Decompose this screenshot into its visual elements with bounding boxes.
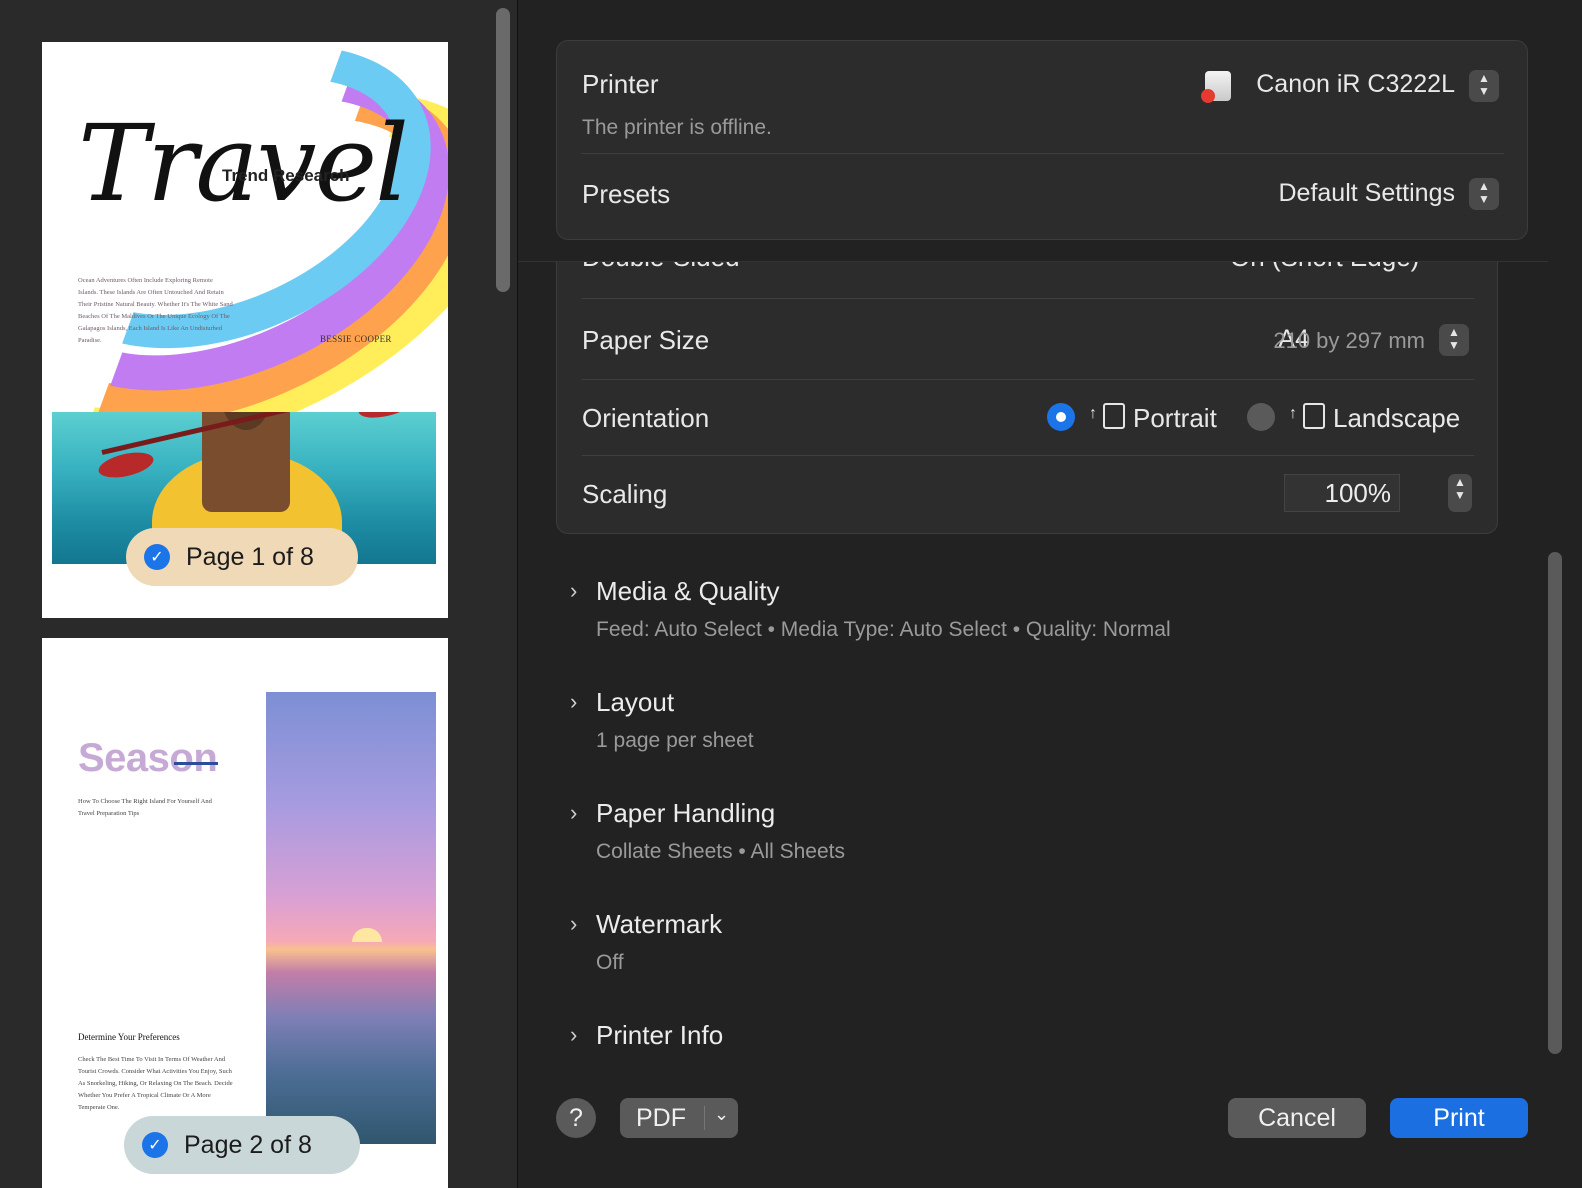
chevron-right-icon[interactable]: ›	[570, 1022, 577, 1048]
scaling-stepper-icon[interactable]: ▲ ▼	[1448, 474, 1472, 512]
section-title[interactable]: Printer Info	[596, 1020, 723, 1051]
section-summary: 1 page per sheet	[596, 729, 754, 752]
chevron-right-icon[interactable]: ›	[570, 911, 577, 937]
checkmark-icon[interactable]: ✓	[144, 544, 170, 570]
settings-scrollbar[interactable]	[1548, 552, 1562, 1054]
divider	[582, 455, 1474, 456]
landscape-radio[interactable]	[1247, 403, 1275, 431]
offline-status-dot	[1201, 89, 1215, 103]
season-strike-line	[174, 762, 218, 765]
pdf-separator	[704, 1106, 705, 1130]
checkmark-icon[interactable]: ✓	[142, 1132, 168, 1158]
sun	[352, 928, 382, 942]
settings-pane: Printer Canon iR C3222L ▲ ▼ The printer i…	[518, 0, 1582, 1188]
trend-research-subtitle: Trend Research	[222, 166, 350, 185]
preview-pane[interactable]: Travel Trend Research Ocean Adventures O…	[0, 0, 518, 1188]
page-1-label: Page 1 of 8	[186, 542, 314, 571]
page2-subtitle: How To Choose The Right Island For Yours…	[78, 798, 212, 817]
chevron-right-icon[interactable]: ›	[570, 689, 577, 715]
portrait-label[interactable]: Portrait	[1133, 403, 1217, 434]
divider	[582, 379, 1474, 380]
presets-value[interactable]: Default Settings	[1279, 179, 1456, 208]
author-name: BESSIE COOPER	[320, 334, 392, 344]
pdf-label: PDF	[636, 1103, 686, 1132]
settings-header: Printer Canon iR C3222L ▲ ▼ The printer i…	[518, 0, 1548, 262]
printer-chevron-updown-icon[interactable]: ▲ ▼	[1469, 70, 1499, 102]
section-summary: Feed: Auto Select • Media Type: Auto Sel…	[596, 618, 1171, 641]
chevron-right-icon[interactable]: ›	[570, 800, 577, 826]
pdf-menu-button[interactable]: PDF ⌄	[620, 1098, 738, 1138]
divider	[582, 153, 1504, 154]
printer-name[interactable]: Canon iR C3222L	[1256, 70, 1455, 99]
chevron-down-icon[interactable]: ⌄	[714, 1104, 729, 1125]
scaling-label: Scaling	[582, 479, 668, 509]
presets-label: Presets	[582, 179, 671, 209]
paddle-blade-right	[356, 412, 416, 423]
print-button[interactable]: Print	[1390, 1098, 1528, 1138]
portrait-arrow-icon: ↑	[1089, 405, 1097, 422]
page-1-selected-badge[interactable]: ✓ Page 1 of 8	[126, 528, 358, 586]
travel-title: Travel	[78, 102, 409, 225]
cancel-button[interactable]: Cancel	[1228, 1098, 1366, 1138]
paper-size-chevron-updown-icon[interactable]: ▲ ▼	[1439, 324, 1469, 356]
section-title[interactable]: Layout	[596, 687, 674, 718]
divider	[582, 298, 1474, 299]
season-title: Season	[78, 736, 218, 780]
section-title[interactable]: Paper Handling	[596, 798, 775, 829]
landscape-arrow-icon: ↑	[1289, 405, 1297, 422]
scaling-input[interactable]: 100%	[1284, 474, 1400, 512]
printer-presets-card: Printer Canon iR C3222L ▲ ▼ The printer i…	[556, 40, 1528, 240]
page-2-label: Page 2 of 8	[184, 1130, 312, 1159]
printer-status: The printer is offline.	[582, 116, 772, 139]
portrait-radio[interactable]	[1047, 403, 1075, 431]
landscape-label[interactable]: Landscape	[1333, 403, 1460, 434]
printer-label: Printer	[582, 69, 659, 99]
page2-heading: Determine Your Preferences	[78, 1032, 180, 1042]
portrait-icon	[1103, 403, 1125, 429]
section-summary: Off	[596, 951, 624, 974]
paper-size-detail: 210 by 297 mm	[1273, 328, 1425, 353]
landscape-icon	[1303, 403, 1325, 429]
preview-scrollbar[interactable]	[496, 8, 510, 292]
page1-intro-text: Ocean Adventures Often Include Exploring…	[78, 277, 233, 344]
page2-body-text: Check The Best Time To Visit In Terms Of…	[78, 1056, 233, 1111]
paper-size-label: Paper Size	[582, 325, 710, 355]
page-preview-2[interactable]: Season How To Choose The Right Island Fo…	[42, 638, 448, 1188]
presets-chevron-updown-icon[interactable]: ▲ ▼	[1469, 178, 1499, 210]
section-title[interactable]: Media & Quality	[596, 576, 780, 607]
chevron-right-icon[interactable]: ›	[570, 578, 577, 604]
help-button[interactable]: ?	[556, 1098, 596, 1138]
section-summary: Collate Sheets • All Sheets	[596, 840, 845, 863]
sunset-photo	[266, 692, 436, 1144]
page-2-selected-badge[interactable]: ✓ Page 2 of 8	[124, 1116, 360, 1174]
section-title[interactable]: Watermark	[596, 909, 722, 940]
orientation-label: Orientation	[582, 403, 710, 433]
